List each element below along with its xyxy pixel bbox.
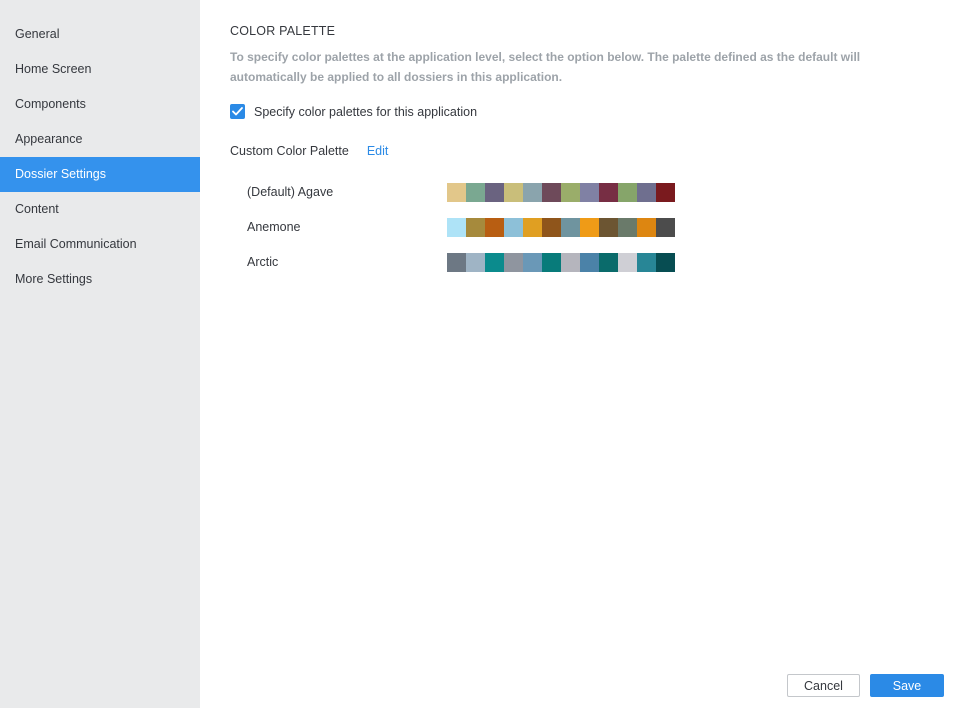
custom-palette-header: Custom Color Palette Edit	[230, 144, 388, 158]
color-swatch	[618, 182, 637, 202]
color-swatch	[656, 217, 675, 237]
sidebar-item-email-communication[interactable]: Email Communication	[0, 227, 200, 262]
color-swatch	[656, 182, 675, 202]
specify-palettes-checkbox[interactable]	[230, 104, 245, 119]
color-swatch	[523, 252, 542, 272]
palette-swatches	[447, 252, 675, 272]
color-swatch	[599, 182, 618, 202]
sidebar-item-components[interactable]: Components	[0, 87, 200, 122]
color-swatch	[485, 217, 504, 237]
specify-palettes-label: Specify color palettes for this applicat…	[254, 104, 478, 119]
color-swatch	[580, 217, 599, 237]
palette-row-arctic[interactable]: Arctic	[247, 252, 697, 272]
color-swatch	[561, 252, 580, 272]
color-swatch	[504, 217, 523, 237]
color-swatch	[637, 217, 656, 237]
color-swatch	[466, 252, 485, 272]
color-swatch	[656, 252, 675, 272]
color-swatch	[466, 217, 485, 237]
sidebar-item-appearance[interactable]: Appearance	[0, 122, 200, 157]
palette-swatches	[447, 182, 675, 202]
color-swatch	[447, 252, 466, 272]
sidebar-item-home-screen[interactable]: Home Screen	[0, 52, 200, 87]
palette-swatches	[447, 217, 675, 237]
color-swatch	[618, 252, 637, 272]
color-swatch	[447, 217, 466, 237]
custom-palette-label: Custom Color Palette	[230, 144, 349, 158]
sidebar: General Home Screen Components Appearanc…	[0, 0, 200, 708]
color-swatch	[542, 182, 561, 202]
color-swatch	[561, 182, 580, 202]
color-swatch	[580, 182, 599, 202]
color-swatch	[523, 182, 542, 202]
cancel-button[interactable]: Cancel	[787, 674, 860, 697]
main-panel: COLOR PALETTE To specify color palettes …	[230, 0, 940, 708]
color-swatch	[504, 182, 523, 202]
save-button[interactable]: Save	[870, 674, 944, 697]
color-swatch	[485, 182, 504, 202]
check-icon	[232, 107, 243, 116]
color-swatch	[618, 217, 637, 237]
palette-name: Arctic	[247, 255, 279, 269]
color-swatch	[542, 252, 561, 272]
color-swatch	[447, 182, 466, 202]
color-swatch	[580, 252, 599, 272]
palette-name: Anemone	[247, 220, 301, 234]
color-swatch	[637, 182, 656, 202]
sidebar-item-dossier-settings[interactable]: Dossier Settings	[0, 157, 200, 192]
palette-row-agave[interactable]: (Default) Agave	[247, 182, 697, 202]
color-swatch	[542, 217, 561, 237]
section-description: To specify color palettes at the applica…	[230, 50, 861, 84]
color-swatch	[504, 252, 523, 272]
color-swatch	[561, 217, 580, 237]
sidebar-item-more-settings[interactable]: More Settings	[0, 262, 200, 297]
palette-row-anemone[interactable]: Anemone	[247, 217, 697, 237]
color-swatch	[599, 252, 618, 272]
section-title: COLOR PALETTE	[230, 24, 336, 38]
palette-name: (Default) Agave	[247, 185, 334, 199]
specify-palettes-option[interactable]: Specify color palettes for this applicat…	[230, 104, 477, 119]
color-swatch	[523, 217, 542, 237]
color-swatch	[637, 252, 656, 272]
color-swatch	[485, 252, 504, 272]
sidebar-item-general[interactable]: General	[0, 17, 200, 52]
edit-palette-link[interactable]: Edit	[367, 144, 389, 158]
color-swatch	[599, 217, 618, 237]
sidebar-item-content[interactable]: Content	[0, 192, 200, 227]
color-swatch	[466, 182, 485, 202]
